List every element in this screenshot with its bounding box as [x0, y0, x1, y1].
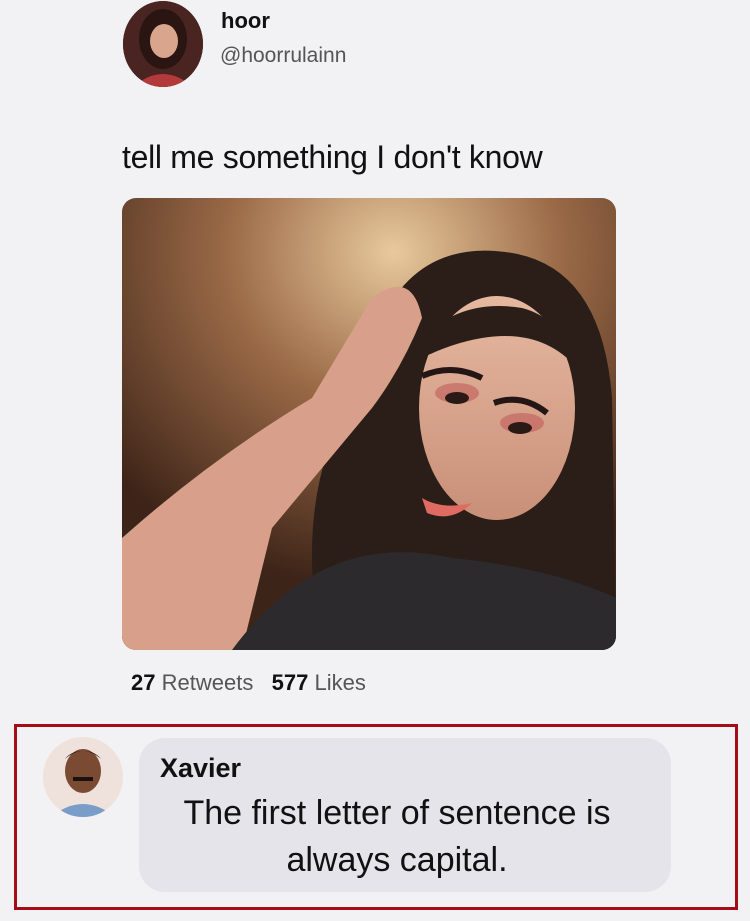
reply-avatar-photo	[43, 737, 123, 817]
reply-author-avatar[interactable]	[43, 737, 123, 817]
tweet-author-name[interactable]: hoor	[221, 8, 270, 34]
reply-text: The first letter of sentence is always c…	[183, 794, 611, 879]
retweets-stat[interactable]: 27 Retweets	[131, 670, 253, 695]
tweet-text: tell me something I don't know	[122, 139, 543, 175]
tweet-stats: 27 Retweets 577 Likes	[131, 670, 366, 696]
tweet-author-avatar[interactable]	[123, 1, 203, 87]
tweet-photo[interactable]	[122, 198, 616, 650]
likes-count: 577	[271, 670, 309, 695]
retweets-count: 27	[131, 670, 156, 695]
likes-stat[interactable]: 577 Likes	[272, 670, 366, 695]
avatar-photo	[123, 1, 203, 87]
tweet-author-handle[interactable]: @hoorrulainn	[220, 44, 346, 68]
likes-label: Likes	[314, 670, 366, 695]
tweet-photo-image	[122, 198, 616, 650]
retweets-label: Retweets	[161, 670, 254, 695]
reply-author-name[interactable]: Xavier	[160, 753, 241, 784]
